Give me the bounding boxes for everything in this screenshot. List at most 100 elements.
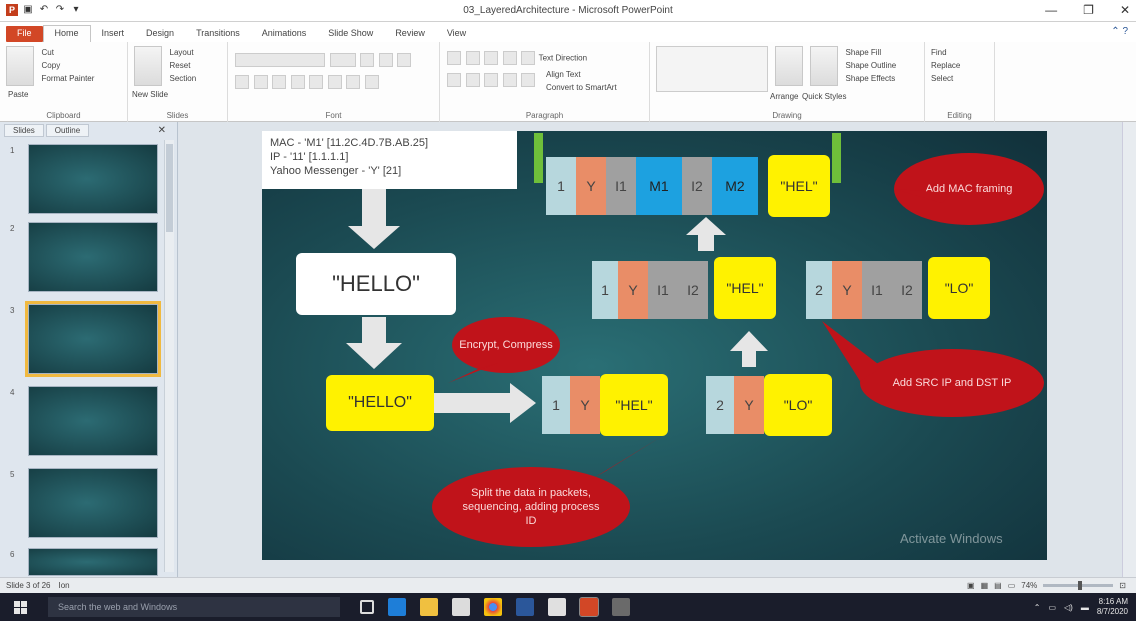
store-icon[interactable] <box>452 598 470 616</box>
volume-icon[interactable]: ◁) <box>1064 603 1073 612</box>
font-color-icon[interactable] <box>364 75 379 89</box>
layout-button[interactable]: Layout <box>170 46 197 59</box>
arrange-button[interactable] <box>774 46 803 86</box>
tab-review[interactable]: Review <box>384 26 436 42</box>
find-button[interactable]: Find <box>931 46 988 59</box>
underline-icon[interactable] <box>272 75 287 89</box>
close-icon[interactable]: ✕ <box>1120 3 1130 17</box>
align-right-icon[interactable] <box>484 73 499 87</box>
line-spacing-icon[interactable] <box>521 51 536 65</box>
slideshow-view-icon[interactable]: ▭ <box>1008 581 1016 590</box>
powerpoint-app-icon[interactable] <box>579 597 599 617</box>
notification-icon[interactable]: ▬ <box>1081 603 1089 612</box>
packet-payload: "HEL" <box>600 374 668 436</box>
text-direction-button[interactable]: Text Direction <box>539 53 587 62</box>
packet-cell: Y <box>570 376 600 434</box>
sorter-view-icon[interactable]: ▦ <box>981 581 989 590</box>
photos-icon[interactable] <box>548 598 566 616</box>
tab-view[interactable]: View <box>436 26 477 42</box>
cut-button[interactable]: Cut <box>42 46 95 59</box>
shrink-font-icon[interactable] <box>378 53 393 67</box>
hello-text-box[interactable]: "HELLO" <box>296 253 456 315</box>
spacing-icon[interactable] <box>327 75 342 89</box>
tab-outline[interactable]: Outline <box>45 124 90 137</box>
slide[interactable]: MAC - 'M1' [11.2C.4D.7B.AB.25] IP - '11'… <box>262 131 1047 560</box>
tab-slide-show[interactable]: Slide Show <box>317 26 384 42</box>
paste-button[interactable] <box>6 46 34 86</box>
network-icon[interactable]: ▭ <box>1048 603 1056 612</box>
taskbar-search[interactable]: Search the web and Windows <box>48 597 340 617</box>
shadow-icon[interactable] <box>290 75 305 89</box>
grow-font-icon[interactable] <box>360 53 375 67</box>
numbering-icon[interactable] <box>465 51 480 65</box>
minimize-icon[interactable]: — <box>1045 3 1057 17</box>
canvas-scrollbar[interactable] <box>1122 122 1136 577</box>
zoom-level[interactable]: 74% <box>1021 581 1037 590</box>
reading-view-icon[interactable]: ▤ <box>994 581 1002 590</box>
word-icon[interactable] <box>516 598 534 616</box>
font-size-select[interactable] <box>329 53 356 67</box>
case-icon[interactable] <box>346 75 361 89</box>
tab-slides[interactable]: Slides <box>4 124 44 137</box>
tab-insert[interactable]: Insert <box>91 26 136 42</box>
italic-icon[interactable] <box>253 75 268 89</box>
slide-thumbnail-1[interactable] <box>28 144 158 214</box>
status-bar: Slide 3 of 26 Ion ▣ ▦ ▤ ▭ 74% ⊡ <box>0 577 1136 593</box>
increase-indent-icon[interactable] <box>502 51 517 65</box>
convert-smartart-button[interactable]: Convert to SmartArt <box>546 81 643 94</box>
tab-animations[interactable]: Animations <box>251 26 318 42</box>
help-icon[interactable]: ⌃ ? <box>1111 26 1128 37</box>
restore-icon[interactable]: ❐ <box>1083 3 1094 17</box>
fit-slide-icon[interactable]: ⊡ <box>1119 581 1126 590</box>
fiddler-icon[interactable] <box>612 598 630 616</box>
bullets-icon[interactable] <box>447 51 461 65</box>
align-left-icon[interactable] <box>447 73 461 87</box>
slide-thumbnail-5[interactable] <box>28 468 158 538</box>
panel-scrollbar[interactable] <box>164 140 174 572</box>
shapes-gallery[interactable] <box>656 46 768 92</box>
slide-number: 5 <box>10 470 15 479</box>
font-name-select[interactable] <box>235 53 325 67</box>
normal-view-icon[interactable]: ▣ <box>967 581 975 590</box>
start-icon[interactable] <box>14 601 27 614</box>
copy-button[interactable]: Copy <box>42 59 95 72</box>
shape-fill-button[interactable]: Shape Fill <box>846 46 897 59</box>
packet-cell: 2 <box>706 376 734 434</box>
replace-button[interactable]: Replace <box>931 59 988 72</box>
columns-icon[interactable] <box>521 73 536 87</box>
reset-button[interactable]: Reset <box>170 59 197 72</box>
edge-icon[interactable] <box>388 598 406 616</box>
clear-format-icon[interactable] <box>397 53 412 67</box>
task-view-icon[interactable] <box>360 600 374 614</box>
shape-effects-button[interactable]: Shape Effects <box>846 72 897 85</box>
clock[interactable]: 8:16 AM 8/7/2020 <box>1097 597 1128 617</box>
close-panel-icon[interactable]: ✕ <box>150 124 174 137</box>
align-center-icon[interactable] <box>465 73 480 87</box>
tab-transitions[interactable]: Transitions <box>185 26 251 42</box>
tab-design[interactable]: Design <box>135 26 185 42</box>
tab-home[interactable]: Home <box>42 25 91 42</box>
tray-chevron-icon[interactable]: ⌃ <box>1034 603 1041 612</box>
select-button[interactable]: Select <box>931 72 988 85</box>
format-painter-button[interactable]: Format Painter <box>42 72 95 85</box>
zoom-slider[interactable] <box>1043 581 1114 590</box>
strikethrough-icon[interactable] <box>309 75 324 89</box>
justify-icon[interactable] <box>502 73 517 87</box>
hello-yellow-box[interactable]: "HELLO" <box>326 375 434 431</box>
bold-icon[interactable] <box>235 75 249 89</box>
quick-styles-button[interactable] <box>810 46 839 86</box>
tab-file[interactable]: File <box>6 26 43 42</box>
new-slide-button[interactable] <box>134 46 162 86</box>
slide-thumbnail-3[interactable] <box>25 301 161 377</box>
slide-thumbnail-2[interactable] <box>28 222 158 292</box>
section-button[interactable]: Section <box>170 72 197 85</box>
paragraph-group: Text Direction Align Text Convert to Sma… <box>440 42 650 122</box>
file-explorer-icon[interactable] <box>420 598 438 616</box>
decrease-indent-icon[interactable] <box>484 51 499 65</box>
shape-outline-button[interactable]: Shape Outline <box>846 59 897 72</box>
align-text-button[interactable]: Align Text <box>546 68 643 81</box>
slide-thumbnail-6[interactable] <box>28 548 158 576</box>
clipboard-label: Clipboard <box>46 111 81 120</box>
chrome-icon[interactable] <box>484 598 502 616</box>
slide-thumbnail-4[interactable] <box>28 386 158 456</box>
